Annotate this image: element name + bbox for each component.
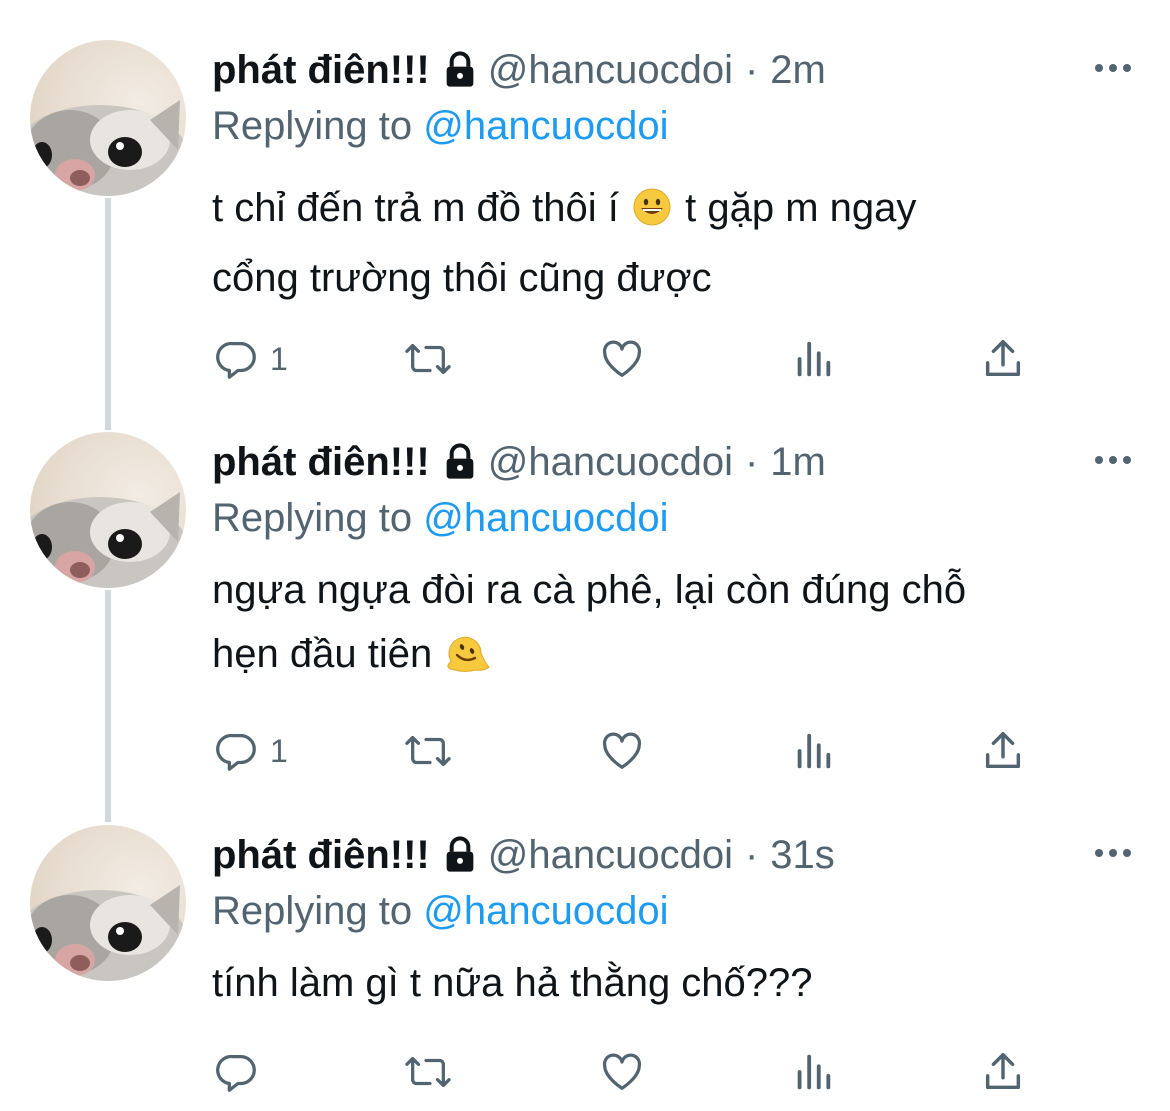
analytics-icon bbox=[797, 733, 831, 769]
analytics-button[interactable] bbox=[790, 334, 836, 384]
tweet-header: phát điên!!! @hancuocdoi · 2m bbox=[212, 40, 826, 100]
user-handle[interactable]: @hancuocdoi bbox=[488, 825, 733, 885]
tweet-header: phát điên!!! @hancuocdoi · 31s bbox=[212, 825, 835, 885]
reply-icon bbox=[216, 341, 256, 379]
replying-to-handle[interactable]: @hancuocdoi bbox=[423, 496, 668, 540]
tweet-actions bbox=[212, 1047, 1042, 1097]
reply-button[interactable]: 1 bbox=[214, 726, 288, 776]
tweet-text-segment: hẹn đầu tiên bbox=[212, 632, 433, 676]
more-options-icon[interactable] bbox=[1088, 48, 1138, 88]
tweet-text-segment: ngựa ngựa đòi ra cà phê, lại còn đúng ch… bbox=[212, 568, 967, 612]
tweet-text-segment: cổng trường thôi cũng được bbox=[212, 256, 712, 300]
like-button[interactable] bbox=[598, 334, 646, 384]
replying-to-handle[interactable]: @hancuocdoi bbox=[423, 889, 668, 933]
heart-icon bbox=[602, 340, 642, 377]
avatar[interactable] bbox=[30, 40, 186, 196]
display-name[interactable]: phát điên!!! bbox=[212, 432, 430, 492]
lock-icon bbox=[440, 50, 480, 90]
heart-icon bbox=[602, 732, 642, 769]
share-icon bbox=[985, 340, 1021, 377]
tweet-thread: phát điên!!! @hancuocdoi · 2m Replying t… bbox=[0, 0, 1170, 1111]
reply-icon bbox=[216, 1054, 256, 1092]
like-button[interactable] bbox=[598, 726, 646, 776]
grinning-face-emoji-icon bbox=[632, 182, 672, 246]
reply-count: 1 bbox=[270, 340, 288, 377]
separator-dot: · bbox=[744, 833, 759, 877]
reply-button[interactable]: 1 bbox=[214, 334, 288, 384]
analytics-button[interactable] bbox=[790, 726, 836, 776]
replying-to-label: Replying to bbox=[212, 104, 413, 148]
timestamp[interactable]: 1m bbox=[770, 432, 826, 492]
tweet-text-segment: t chỉ đến trả m đồ thôi í bbox=[212, 186, 619, 230]
analytics-button[interactable] bbox=[790, 1047, 836, 1097]
replying-to-label: Replying to bbox=[212, 496, 413, 540]
retweet-icon bbox=[405, 735, 451, 767]
analytics-icon bbox=[797, 1054, 831, 1090]
tweet-header: phát điên!!! @hancuocdoi · 1m bbox=[212, 432, 826, 492]
retweet-button[interactable] bbox=[400, 334, 456, 384]
tweet[interactable]: phát điên!!! @hancuocdoi · 1m Replying t… bbox=[0, 432, 1170, 792]
replying-to: Replying to @hancuocdoi bbox=[212, 881, 668, 941]
share-button[interactable] bbox=[980, 1047, 1026, 1097]
heart-icon bbox=[602, 1053, 642, 1090]
tweet-text: t chỉ đến trả m đồ thôi í t gặp m ngay c… bbox=[212, 176, 1142, 310]
replying-to: Replying to @hancuocdoi bbox=[212, 488, 668, 548]
analytics-icon bbox=[797, 341, 831, 377]
tweet-text-segment: tính làm gì t nữa hả thằng chố??? bbox=[212, 961, 813, 1005]
timestamp[interactable]: 31s bbox=[770, 825, 835, 885]
replying-to-handle[interactable]: @hancuocdoi bbox=[423, 104, 668, 148]
tweet-actions: 1 bbox=[212, 334, 1042, 384]
replying-to: Replying to @hancuocdoi bbox=[212, 96, 668, 156]
tweet-text: tính làm gì t nữa hả thằng chố??? bbox=[212, 951, 1142, 1015]
share-icon bbox=[985, 1053, 1021, 1090]
tweet-actions: 1 bbox=[212, 726, 1042, 776]
reply-icon bbox=[216, 733, 256, 771]
retweet-button[interactable] bbox=[400, 726, 456, 776]
melting-face-emoji-icon bbox=[445, 628, 491, 692]
retweet-button[interactable] bbox=[400, 1047, 456, 1097]
tweet-text: ngựa ngựa đòi ra cà phê, lại còn đúng ch… bbox=[212, 558, 1142, 692]
separator-dot: · bbox=[744, 48, 759, 92]
retweet-icon bbox=[405, 1056, 451, 1088]
more-options-icon[interactable] bbox=[1088, 833, 1138, 873]
tweet-text-segment: t gặp m ngay bbox=[685, 186, 917, 230]
lock-icon bbox=[440, 835, 480, 875]
tweet[interactable]: phát điên!!! @hancuocdoi · 31s Replying … bbox=[0, 825, 1170, 1111]
tweet[interactable]: phát điên!!! @hancuocdoi · 2m Replying t… bbox=[0, 40, 1170, 400]
lock-icon bbox=[440, 442, 480, 482]
display-name[interactable]: phát điên!!! bbox=[212, 40, 430, 100]
more-options-icon[interactable] bbox=[1088, 440, 1138, 480]
reply-button[interactable] bbox=[214, 1047, 270, 1097]
share-button[interactable] bbox=[980, 334, 1026, 384]
user-handle[interactable]: @hancuocdoi bbox=[488, 40, 733, 100]
separator-dot: · bbox=[744, 440, 759, 484]
like-button[interactable] bbox=[598, 1047, 646, 1097]
user-handle[interactable]: @hancuocdoi bbox=[488, 432, 733, 492]
reply-count: 1 bbox=[270, 732, 288, 769]
avatar[interactable] bbox=[30, 825, 186, 981]
share-button[interactable] bbox=[980, 726, 1026, 776]
share-icon bbox=[985, 732, 1021, 769]
retweet-icon bbox=[405, 343, 451, 375]
display-name[interactable]: phát điên!!! bbox=[212, 825, 430, 885]
avatar[interactable] bbox=[30, 432, 186, 588]
timestamp[interactable]: 2m bbox=[770, 40, 826, 100]
replying-to-label: Replying to bbox=[212, 889, 413, 933]
